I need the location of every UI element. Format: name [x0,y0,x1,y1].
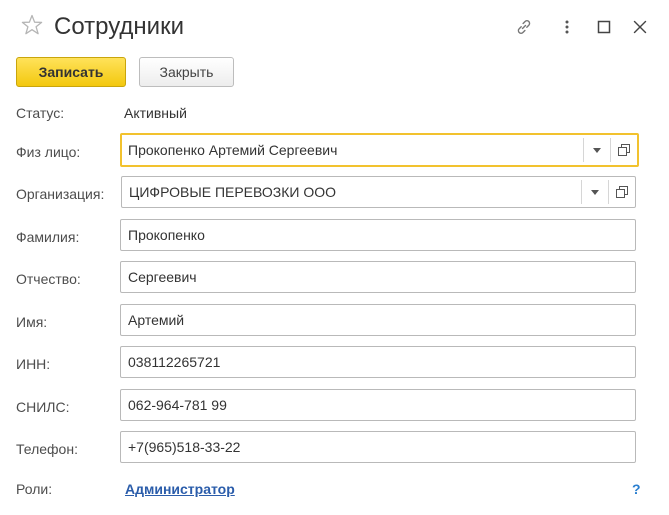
person-field[interactable]: Прокопенко Артемий Сергеевич [120,133,639,167]
link-icon[interactable] [513,16,535,38]
close-button[interactable]: Закрыть [139,57,234,87]
help-icon[interactable]: ? [632,480,641,498]
window-title: Сотрудники [54,13,184,40]
phone-field[interactable]: +7(965)518-33-22 [120,431,636,463]
save-button[interactable]: Записать [16,57,126,87]
person-open-icon[interactable] [610,138,637,162]
close-icon[interactable] [629,16,651,38]
status-value: Активный [124,105,187,121]
snils-field[interactable]: 062-964-781 99 [120,389,636,421]
snils-value: 062-964-781 99 [128,397,227,413]
lastname-field[interactable]: Прокопенко [120,219,636,251]
snils-label: СНИЛС: [16,399,70,415]
person-label: Физ лицо: [16,144,81,160]
firstname-field[interactable]: Артемий [120,304,636,336]
org-value: ЦИФРОВЫЕ ПЕРЕВОЗКИ ООО [129,184,337,200]
firstname-label: Имя: [16,314,48,330]
phone-value: +7(965)518-33-22 [128,439,241,455]
person-value: Прокопенко Артемий Сергеевич [128,142,338,158]
org-label: Организация: [16,186,105,202]
org-dropdown-button[interactable] [581,180,608,204]
inn-label: ИНН: [16,356,51,372]
roles-label: Роли: [16,481,53,497]
phone-label: Телефон: [16,441,78,457]
title-bar: Сотрудники [0,0,669,52]
patronymic-value: Сергеевич [128,269,197,285]
maximize-icon[interactable] [593,16,615,38]
inn-value: 038112265721 [128,354,221,370]
role-link-administrator[interactable]: Администратор [125,480,235,498]
org-open-icon[interactable] [608,180,635,204]
lastname-value: Прокопенко [128,227,205,243]
patronymic-label: Отчество: [16,271,81,287]
person-dropdown-button[interactable] [583,138,610,162]
more-icon[interactable] [556,16,578,38]
firstname-value: Артемий [128,312,185,328]
star-icon[interactable] [20,13,44,37]
status-label: Статус: [16,105,65,121]
lastname-label: Фамилия: [16,229,80,245]
org-field[interactable]: ЦИФРОВЫЕ ПЕРЕВОЗКИ ООО [121,176,636,208]
inn-field[interactable]: 038112265721 [120,346,636,378]
patronymic-field[interactable]: Сергеевич [120,261,636,293]
